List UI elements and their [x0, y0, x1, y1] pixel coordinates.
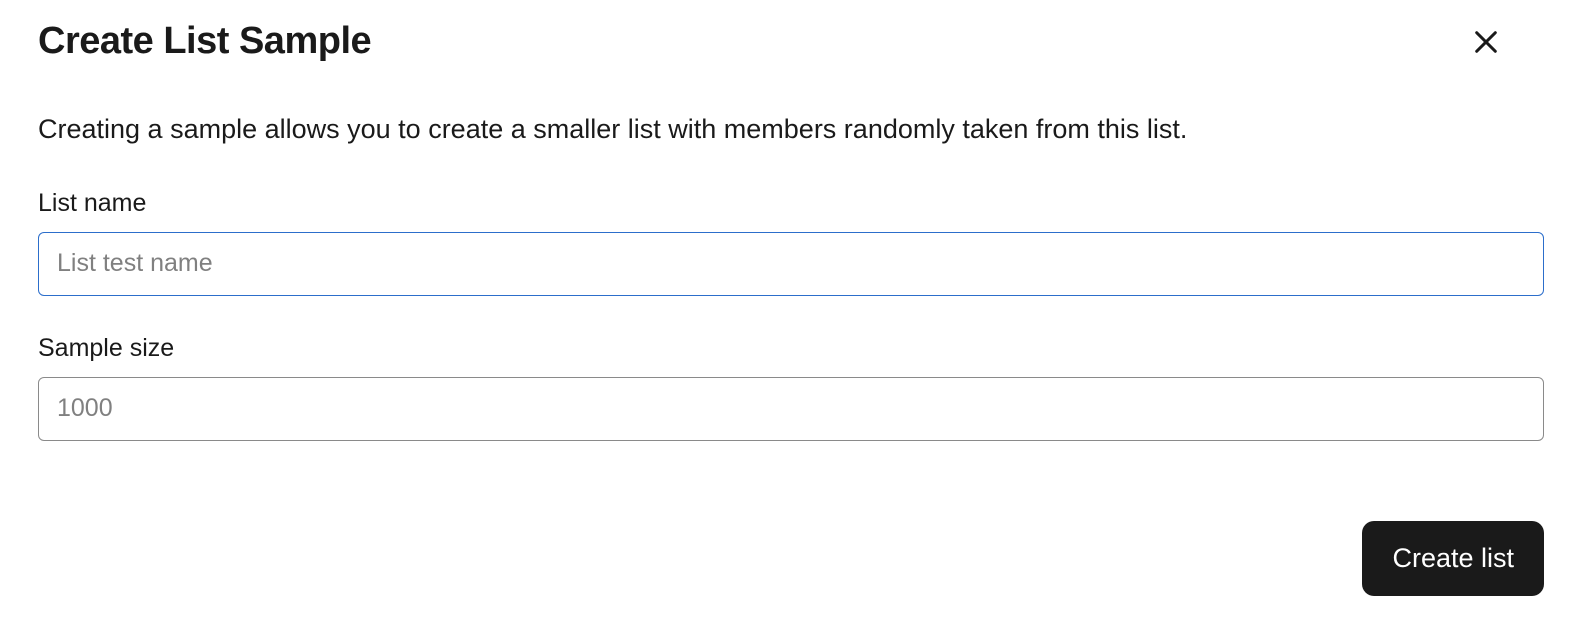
sample-size-label: Sample size [38, 334, 1544, 363]
modal-header: Create List Sample [38, 20, 1544, 63]
list-name-input[interactable] [38, 232, 1544, 296]
sample-size-group: Sample size [38, 334, 1544, 441]
close-icon [1472, 28, 1500, 59]
modal-title: Create List Sample [38, 20, 371, 63]
list-name-label: List name [38, 189, 1544, 218]
sample-size-input[interactable] [38, 377, 1544, 441]
modal-description: Creating a sample allows you to create a… [38, 111, 1544, 149]
close-button[interactable] [1468, 24, 1504, 63]
list-name-group: List name [38, 189, 1544, 296]
modal-footer: Create list [38, 521, 1544, 596]
create-list-button[interactable]: Create list [1362, 521, 1544, 596]
